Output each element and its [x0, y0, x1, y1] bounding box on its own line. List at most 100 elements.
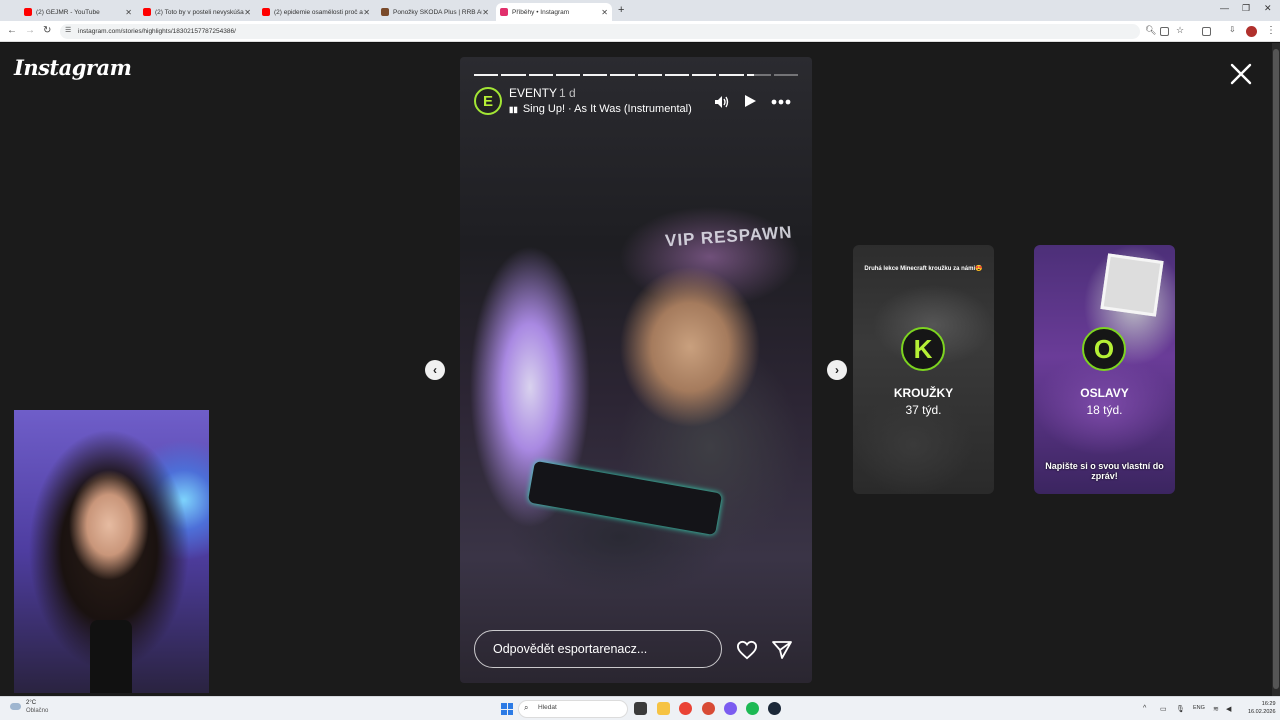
highlight-caption: Napište si o svou vlastní do zpráv!	[1045, 461, 1164, 481]
heart-icon[interactable]	[736, 640, 758, 660]
highlight-photo	[1100, 253, 1164, 317]
close-tab-icon[interactable]: ✕	[244, 8, 251, 17]
volume-icon[interactable]	[713, 94, 729, 110]
browser-tab[interactable]: (2) epidemie osamělosti proč a ✕	[258, 3, 374, 21]
highlight-name: OSLAVY	[1080, 386, 1129, 400]
site-info-icon[interactable]: ☰	[65, 26, 71, 34]
tab-title: Příběhy • Instagram	[512, 8, 570, 16]
close-tab-icon[interactable]: ✕	[482, 8, 489, 17]
next-story-button[interactable]: ›	[827, 360, 847, 380]
menu-icon[interactable]: ⋮	[1266, 25, 1276, 36]
wifi-icon[interactable]: ≋	[1213, 705, 1219, 713]
start-button[interactable]	[501, 703, 513, 715]
app-icon[interactable]	[724, 702, 737, 715]
browser-tab-active[interactable]: Příběhy • Instagram ✕	[496, 3, 612, 21]
bookmark-star-icon[interactable]: ☆	[1176, 25, 1184, 36]
story-progress-segment	[664, 74, 689, 76]
clock-time: 16:29	[1261, 701, 1276, 707]
app-icon[interactable]	[702, 702, 715, 715]
weather-description[interactable]: Oblačno	[26, 708, 48, 714]
highlight-avatar: O	[1082, 327, 1126, 371]
restore-icon[interactable]: ❐	[1242, 3, 1250, 14]
story-progress-segment	[555, 74, 580, 76]
minimize-icon[interactable]: —	[1220, 3, 1229, 13]
story-music-label[interactable]: ▮▮ Sing Up! · As It Was (Instrumental)	[509, 103, 692, 115]
send-icon[interactable]	[771, 640, 793, 660]
downloads-icon[interactable]: ⇩	[1229, 25, 1236, 34]
youtube-icon	[262, 8, 270, 16]
story-viewer[interactable]: VIP RESPAWN E EVENTY 1 d ▮▮ Sing Up! · A…	[460, 57, 812, 683]
system-clock[interactable]: 16:29 16.02.2026	[1248, 700, 1276, 716]
highlight-card-oslavy[interactable]: O OSLAVY 18 týd. Napište si o svou vlast…	[1034, 245, 1175, 494]
instagram-logo[interactable]: Instagram	[14, 55, 132, 80]
chevron-up-icon[interactable]: ^	[1143, 705, 1146, 712]
chrome-icon[interactable]	[679, 702, 692, 715]
story-author-avatar[interactable]: E	[474, 87, 502, 115]
tab-title: Ponožky ŠKODA Plus | RRB Auto	[393, 8, 483, 16]
microphone	[90, 620, 132, 693]
story-progress-segment	[719, 74, 744, 76]
music-bars-icon: ▮▮	[509, 104, 518, 114]
instagram-icon	[500, 8, 508, 16]
speaker-icon[interactable]: ◀︎	[1226, 705, 1231, 713]
weather-temperature[interactable]: 2°C	[26, 700, 36, 706]
language-indicator[interactable]: ENG	[1193, 705, 1205, 711]
previous-story-button[interactable]: ‹	[425, 360, 445, 380]
tab-title: (2) epidemie osamělosti proč a	[274, 8, 363, 16]
music-track-title: Sing Up! · As It Was (Instrumental)	[522, 103, 692, 115]
close-tab-icon[interactable]: ✕	[363, 8, 370, 17]
extensions-icon[interactable]	[1202, 27, 1211, 36]
shop-icon	[381, 8, 389, 16]
story-progress-segment	[637, 74, 662, 76]
story-progress-segment	[501, 74, 526, 76]
new-tab-button[interactable]: +	[618, 4, 624, 16]
page-scrollbar[interactable]	[1272, 43, 1280, 696]
browser-toolbar: ← → ↻ ☰ instagram.com/stories/highlights…	[0, 21, 1280, 42]
story-progress-segment	[528, 74, 553, 76]
tray-app-icon[interactable]: ▭	[1160, 705, 1167, 713]
browser-tab[interactable]: (2) Toto by v posteli nevyskúšal ✕	[139, 3, 255, 21]
browser-tab[interactable]: Ponožky ŠKODA Plus | RRB Auto ✕	[377, 3, 493, 21]
story-author-name[interactable]: EVENTY	[509, 86, 557, 100]
chevron-left-icon: ‹	[433, 363, 437, 377]
story-progress-current	[746, 74, 754, 76]
task-view-icon[interactable]	[634, 702, 647, 715]
cloud-icon[interactable]	[10, 703, 21, 710]
windows-taskbar: 2°C Oblačno ⌕ Hledat ^ ▭ 🎙︎ ENG ≋ ◀︎ 16:…	[0, 696, 1280, 720]
highlight-caption: Druhá lekce Minecraft kroužku za námi😍	[864, 266, 983, 272]
profile-avatar[interactable]	[1246, 26, 1257, 37]
browser-tab[interactable]: (2) GEJMR - YouTube ✕	[20, 3, 136, 21]
story-reply-input[interactable]: Odpovědět esportarenacz...	[474, 630, 722, 668]
url-text[interactable]: instagram.com/stories/highlights/1830215…	[78, 28, 236, 35]
steam-icon[interactable]	[768, 702, 781, 715]
highlight-card-krouzky[interactable]: Druhá lekce Minecraft kroužku za námi😍 K…	[853, 245, 994, 494]
highlight-age: 37 týd.	[905, 403, 942, 417]
story-progress-segment	[692, 74, 717, 76]
close-window-icon[interactable]: ✕	[1264, 3, 1272, 14]
spotify-icon[interactable]	[746, 702, 759, 715]
clock-date: 16.02.2026	[1248, 709, 1276, 715]
close-icon[interactable]	[1229, 62, 1253, 86]
taskbar-search[interactable]	[518, 700, 628, 718]
search-icon: ⌕	[524, 703, 529, 712]
youtube-icon	[24, 8, 32, 16]
more-options-icon[interactable]	[771, 99, 791, 105]
story-progress-segment	[583, 74, 608, 76]
zoom-icon[interactable]: 🔍︎	[1145, 25, 1156, 36]
close-tab-icon[interactable]: ✕	[601, 8, 608, 17]
taskbar-search-placeholder[interactable]: Hledat	[538, 704, 557, 711]
back-icon[interactable]: ←	[7, 25, 17, 36]
close-tab-icon[interactable]: ✕	[125, 8, 132, 17]
chevron-right-icon: ›	[835, 363, 839, 377]
cast-icon[interactable]	[1160, 27, 1169, 36]
play-icon[interactable]	[743, 94, 757, 108]
forward-icon[interactable]: →	[25, 25, 35, 36]
tab-title: (2) GEJMR - YouTube	[36, 8, 100, 16]
story-timestamp: 1 d	[559, 86, 576, 100]
story-progress-segment	[610, 74, 635, 76]
microphone-icon[interactable]: 🎙︎	[1176, 705, 1185, 713]
reload-icon[interactable]: ↻	[43, 25, 51, 36]
highlight-avatar: K	[901, 327, 945, 371]
file-explorer-icon[interactable]	[657, 702, 670, 715]
scrollbar-thumb[interactable]	[1273, 49, 1279, 689]
